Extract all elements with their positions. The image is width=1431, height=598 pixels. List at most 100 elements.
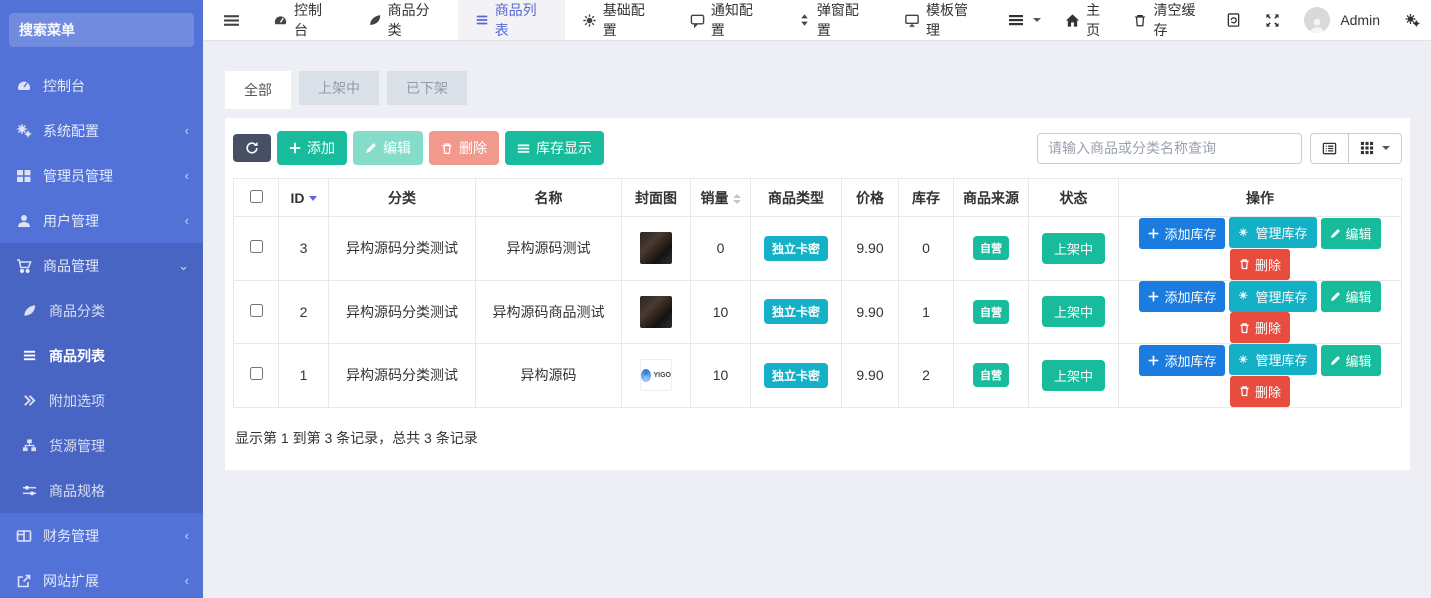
navtab-basic-config[interactable]: 基础配置 xyxy=(565,0,673,40)
sidebar-item-admin-management[interactable]: 管理员管理 ‹ xyxy=(0,153,203,198)
nav-list-dropdown[interactable] xyxy=(996,0,1053,40)
add-stock-button[interactable]: 添加库存 xyxy=(1139,281,1225,312)
columns-button[interactable] xyxy=(1348,133,1402,164)
stock-display-button[interactable]: 库存显示 xyxy=(505,131,604,165)
add-button[interactable]: 添加 xyxy=(277,131,347,165)
columns-grid-icon xyxy=(1360,141,1374,155)
header-sales[interactable]: 销量 xyxy=(691,179,751,217)
sidebar-item-site-extension[interactable]: 网站扩展 ‹ xyxy=(0,558,203,598)
delete-button[interactable]: 删除 xyxy=(429,131,499,165)
header-stock: 库存 xyxy=(899,179,954,217)
delete-row-button[interactable]: 删除 xyxy=(1230,249,1290,280)
sidebar-item-goods-category[interactable]: 商品分类 xyxy=(0,288,203,333)
edit-row-button[interactable]: 编辑 xyxy=(1321,218,1381,249)
table-row: 3 异构源码分类测试 异构源码测试 0 独立卡密 9.90 0 自营 上架中 添… xyxy=(234,217,1402,281)
cover-image[interactable] xyxy=(640,232,672,264)
nav-settings-button[interactable] xyxy=(1392,0,1431,40)
nav-refresh-page-button[interactable] xyxy=(1214,0,1253,40)
sidebar-item-user-management[interactable]: 用户管理 ‹ xyxy=(0,198,203,243)
sidebar-item-finance-management[interactable]: 财务管理 ‹ xyxy=(0,513,203,558)
source-badge: 自营 xyxy=(973,236,1009,260)
manage-stock-button[interactable]: 管理库存 xyxy=(1229,281,1316,312)
nav-home-link[interactable]: 主页 xyxy=(1053,0,1121,40)
status-toggle-button[interactable]: 上架中 xyxy=(1042,233,1105,264)
nav-clear-cache-label: 清空缓存 xyxy=(1153,0,1202,40)
select-all-checkbox[interactable] xyxy=(250,190,263,203)
record-summary: 显示第 1 到第 3 条记录，总共 3 条记录 xyxy=(233,428,1402,448)
updown-icon xyxy=(798,13,811,27)
nav-clear-cache-button[interactable]: 清空缓存 xyxy=(1121,0,1214,40)
chevron-left-icon: ‹ xyxy=(185,213,189,228)
tab-off-shelf[interactable]: 已下架 xyxy=(387,71,467,105)
navtab-label: 商品列表 xyxy=(495,0,548,40)
sidebar-item-label: 系统配置 xyxy=(43,121,185,141)
cell-price: 9.90 xyxy=(842,217,899,281)
navtab-popup-config[interactable]: 弹窗配置 xyxy=(781,0,887,40)
header-category: 分类 xyxy=(329,179,476,217)
navtab-dashboard[interactable]: 控制台 xyxy=(256,0,351,40)
pencil-icon xyxy=(1330,228,1341,239)
sidebar-group-goods-management: 商品管理 ⌄ 商品分类 商品列表 xyxy=(0,243,203,513)
cogs-icon xyxy=(1404,12,1420,28)
sort-both-icon xyxy=(733,194,741,204)
list-menu-icon xyxy=(1008,12,1024,28)
cover-image[interactable] xyxy=(640,296,672,328)
toggle-view-button[interactable] xyxy=(1310,133,1348,164)
sidebar-item-goods-management[interactable]: 商品管理 ⌄ xyxy=(0,243,203,288)
manage-stock-button[interactable]: 管理库存 xyxy=(1229,344,1316,375)
sidebar-search-input[interactable] xyxy=(19,22,203,38)
row-checkbox[interactable] xyxy=(250,367,263,380)
sidebar-item-additional-options[interactable]: 附加选项 xyxy=(0,378,203,423)
tachometer-icon xyxy=(273,13,288,28)
content-area: 全部 上架中 已下架 添加 编辑 xyxy=(203,41,1431,598)
cell-category: 异构源码分类测试 xyxy=(329,217,476,281)
cell-price: 9.90 xyxy=(842,280,899,344)
row-checkbox[interactable] xyxy=(250,304,263,317)
sidebar-item-goods-specs[interactable]: 商品规格 xyxy=(0,468,203,513)
edit-row-button[interactable]: 编辑 xyxy=(1321,345,1381,376)
delete-row-button[interactable]: 删除 xyxy=(1230,312,1290,343)
navtab-template-management[interactable]: 模板管理 xyxy=(887,0,996,40)
trash-icon xyxy=(1239,258,1250,270)
edit-button[interactable]: 编辑 xyxy=(353,131,423,165)
navtab-notify-config[interactable]: 通知配置 xyxy=(673,0,781,40)
cell-sales: 10 xyxy=(691,280,751,344)
yigo-logo-mark xyxy=(641,369,651,382)
navtab-goods-category[interactable]: 商品分类 xyxy=(351,0,458,40)
sidebar-item-dashboard[interactable]: 控制台 xyxy=(0,63,203,108)
header-id[interactable]: ID xyxy=(279,179,329,217)
sidebar-item-supply-management[interactable]: 货源管理 xyxy=(0,423,203,468)
add-stock-button[interactable]: 添加库存 xyxy=(1139,345,1225,376)
sidebar-toggle-button[interactable] xyxy=(203,0,256,40)
cell-price: 9.90 xyxy=(842,344,899,408)
table-search-input[interactable] xyxy=(1037,133,1302,164)
trash-icon xyxy=(441,142,453,155)
cell-category: 异构源码分类测试 xyxy=(329,344,476,408)
trash-icon xyxy=(1239,385,1250,397)
cell-sales: 0 xyxy=(691,217,751,281)
tab-on-shelf[interactable]: 上架中 xyxy=(299,71,379,105)
nav-fullscreen-button[interactable] xyxy=(1253,0,1292,40)
sidebar-item-system-config[interactable]: 系统配置 ‹ xyxy=(0,108,203,153)
nav-user-menu[interactable]: Admin xyxy=(1292,0,1392,40)
navtab-label: 控制台 xyxy=(294,0,334,40)
delete-row-button[interactable]: 删除 xyxy=(1230,376,1290,407)
main-area: 控制台 商品分类 商品列表 基础配置 通知配置 xyxy=(203,0,1431,598)
sidebar-item-goods-list[interactable]: 商品列表 xyxy=(0,333,203,378)
cover-image[interactable]: YIGO xyxy=(640,359,672,391)
sidebar-search[interactable] xyxy=(9,13,194,47)
navtab-label: 通知配置 xyxy=(711,0,764,40)
refresh-button[interactable] xyxy=(233,134,271,162)
row-checkbox[interactable] xyxy=(250,240,263,253)
navtab-goods-list[interactable]: 商品列表 xyxy=(458,0,565,40)
fullscreen-icon xyxy=(1265,13,1280,28)
add-stock-button[interactable]: 添加库存 xyxy=(1139,218,1225,249)
status-toggle-button[interactable]: 上架中 xyxy=(1042,296,1105,327)
manage-stock-button[interactable]: 管理库存 xyxy=(1229,217,1316,248)
tab-all[interactable]: 全部 xyxy=(225,71,291,109)
cart-icon xyxy=(16,258,33,274)
edit-row-button[interactable]: 编辑 xyxy=(1321,281,1381,312)
status-toggle-button[interactable]: 上架中 xyxy=(1042,360,1105,391)
sidebar-item-label: 附加选项 xyxy=(49,391,189,411)
cogs-icon xyxy=(16,123,33,139)
